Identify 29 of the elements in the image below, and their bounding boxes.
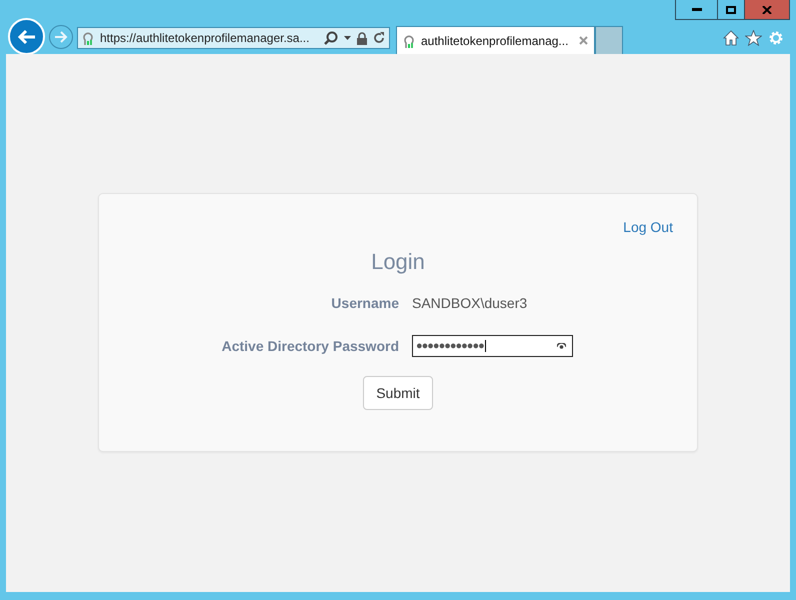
close-button[interactable] bbox=[744, 0, 790, 20]
browser-tab[interactable]: authlitetokenprofilemanag... bbox=[396, 26, 595, 54]
url-text: https://authlitetokenprofilemanager.sa... bbox=[100, 31, 310, 45]
home-icon[interactable] bbox=[723, 30, 739, 46]
username-value: SANDBOX\duser3 bbox=[412, 295, 528, 311]
forward-arrow-icon bbox=[54, 31, 68, 43]
field-label: Active Directory Password bbox=[220, 338, 400, 354]
refresh-icon[interactable] bbox=[373, 32, 385, 44]
dropdown-caret-icon[interactable] bbox=[344, 36, 351, 40]
address-bar[interactable]: https://authlitetokenprofilemanager.sa... bbox=[77, 27, 390, 49]
minimize-icon bbox=[692, 8, 702, 12]
log-out-link[interactable]: Log Out bbox=[623, 219, 673, 235]
star-icon[interactable] bbox=[745, 30, 762, 46]
submit-button[interactable]: Submit bbox=[363, 376, 433, 410]
reveal-eye-icon[interactable] bbox=[557, 343, 566, 349]
search-icon[interactable] bbox=[324, 31, 338, 45]
keyhole-icon bbox=[82, 30, 94, 46]
back-button[interactable] bbox=[8, 18, 45, 55]
field-label: Username bbox=[330, 295, 400, 311]
lock-icon bbox=[357, 32, 367, 44]
close-icon bbox=[762, 6, 772, 14]
keyhole-icon bbox=[403, 32, 415, 48]
minimize-button[interactable] bbox=[675, 0, 718, 20]
close-icon[interactable] bbox=[579, 36, 588, 45]
login-heading: Login bbox=[370, 249, 426, 275]
back-arrow-icon bbox=[16, 28, 36, 44]
password-field[interactable]: ●●●●●●●●●●●● bbox=[412, 335, 573, 357]
forward-button[interactable] bbox=[49, 25, 73, 49]
maximize-icon bbox=[726, 6, 736, 14]
